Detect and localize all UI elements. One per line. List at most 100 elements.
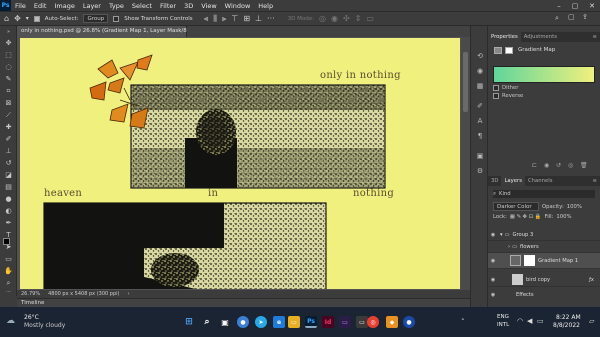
dodge-tool-icon[interactable]: ◐ — [3, 207, 14, 216]
zoom-tool-icon[interactable]: ⌕ — [3, 279, 14, 288]
menu-image[interactable]: Image — [50, 2, 78, 10]
file-explorer-icon[interactable]: ▭ — [288, 316, 300, 328]
weather-icon[interactable]: ☁ — [6, 316, 15, 326]
align-right-icon[interactable]: ⫸ — [222, 14, 227, 24]
align-left-icon[interactable]: ⫷ — [204, 14, 209, 24]
marquee-tool-icon[interactable]: ⬚ — [3, 51, 14, 60]
document-canvas[interactable]: only in nothing heaven in nothing — [20, 38, 460, 289]
visibility-eye-icon[interactable]: ◉ — [488, 258, 498, 264]
document-tab[interactable]: only in nothing.psd @ 26.8% (Gradient Ma… — [17, 26, 204, 37]
clip-icon[interactable]: ⊏ — [532, 162, 537, 169]
move-tool-icon[interactable]: ✥ — [3, 39, 14, 48]
healing-brush-tool-icon[interactable]: ✚ — [3, 123, 14, 132]
tab-properties[interactable]: Properties — [488, 32, 521, 42]
chat-icon[interactable]: ● — [237, 316, 249, 328]
character-icon[interactable]: A — [475, 116, 485, 126]
clone-stamp-tool-icon[interactable]: ⊥ — [3, 147, 14, 156]
menu-filter[interactable]: Filter — [156, 2, 180, 10]
timeline-panel[interactable]: Timeline — [17, 298, 470, 307]
pen-tool-icon[interactable]: ✒ — [3, 219, 14, 228]
language-indicator[interactable]: ENG — [497, 314, 509, 320]
fill-value[interactable]: 100% — [556, 214, 571, 220]
visibility-icon[interactable]: ◎ — [568, 162, 573, 169]
app-icon[interactable]: ● — [403, 316, 415, 328]
language-indicator-sub[interactable]: INTL — [497, 322, 509, 328]
minimize-icon[interactable]: – — [551, 0, 567, 11]
3d-slide-icon[interactable]: ⇕ — [355, 14, 362, 23]
reverse-row[interactable]: Reverse — [493, 93, 523, 99]
search-icon[interactable]: ⌕ — [555, 14, 559, 23]
glyphs-icon[interactable]: ⚙ — [475, 166, 485, 176]
tray-chevron-icon[interactable]: ˄ — [461, 318, 465, 326]
paragraph-icon[interactable]: ¶ — [475, 131, 485, 141]
menu-type[interactable]: Type — [105, 2, 128, 10]
eyedropper-tool-icon[interactable]: ⟋ — [3, 111, 14, 120]
chrome-icon[interactable]: ◎ — [367, 316, 379, 328]
scrollbar-thumb[interactable] — [463, 52, 468, 112]
menu-view[interactable]: View — [197, 2, 220, 10]
maximize-icon[interactable]: ▢ — [567, 0, 583, 11]
show-transform-checkbox[interactable] — [113, 15, 120, 22]
history-brush-tool-icon[interactable]: ↺ — [3, 159, 14, 168]
collapse-icon[interactable]: » — [3, 28, 14, 37]
layer-row[interactable]: ◉ Gradient Map 1 — [488, 253, 600, 269]
dropdown-arrow-icon[interactable]: ▾ — [26, 15, 29, 22]
auto-select-dropdown[interactable]: Group — [83, 14, 109, 23]
more-options-icon[interactable]: ··· — [267, 14, 275, 23]
view-previous-icon[interactable]: ◉ — [544, 162, 549, 169]
quick-select-tool-icon[interactable]: ✎ — [3, 75, 14, 84]
layer-effects-row[interactable]: ◉ Effects — [488, 289, 600, 301]
visibility-eye-icon[interactable]: ◉ — [488, 292, 498, 298]
windows-icon[interactable]: ⊞ — [183, 316, 195, 328]
history-icon[interactable]: ⟲ — [475, 51, 485, 61]
home-icon[interactable]: ⌂ — [4, 14, 9, 23]
battery-icon[interactable]: ▭ — [537, 317, 544, 325]
hand-tool-icon[interactable]: ✋ — [3, 267, 14, 276]
status-arrow-icon[interactable]: › — [127, 291, 129, 297]
share-icon[interactable]: ⇪ — [582, 13, 588, 21]
notification-icon[interactable]: ▱ — [589, 317, 594, 325]
photoshop-taskbar-icon[interactable]: Ps — [305, 316, 317, 328]
weather-desc[interactable]: Mostly cloudy — [24, 322, 65, 329]
app-icon[interactable]: ◆ — [386, 316, 398, 328]
gradient-tool-icon[interactable]: ▤ — [3, 183, 14, 192]
brush-tool-icon[interactable]: ✐ — [3, 135, 14, 144]
layers-menu-icon[interactable]: ≡ — [590, 176, 600, 186]
menu-layer[interactable]: Layer — [79, 2, 105, 10]
3d-pan-icon[interactable]: ✣ — [343, 14, 350, 23]
align-center-icon[interactable]: ⫼ — [213, 14, 217, 24]
tab-3d[interactable]: 3D — [488, 176, 501, 186]
reset-icon[interactable]: ↺ — [556, 162, 561, 169]
telegram-icon[interactable]: ➤ — [255, 316, 267, 328]
volume-icon[interactable]: ◀ — [527, 317, 532, 325]
zoom-level[interactable]: 26.79% — [21, 291, 40, 297]
menu-window[interactable]: Window — [221, 2, 255, 10]
tab-layers[interactable]: Layers — [501, 176, 525, 186]
menu-edit[interactable]: Edit — [30, 2, 51, 10]
expand-arrow-icon[interactable]: › — [508, 244, 510, 250]
workspace-icon[interactable]: ▢ — [568, 13, 575, 21]
mask-icon[interactable] — [505, 47, 513, 54]
weather-temp[interactable]: 26°C — [24, 314, 39, 321]
search-icon[interactable]: ⌕ — [201, 316, 213, 328]
tab-channels[interactable]: Channels — [525, 176, 556, 186]
align-middle-icon[interactable]: ⊞ — [243, 14, 250, 23]
auto-select-checkbox[interactable] — [33, 15, 40, 22]
visibility-eye-icon[interactable]: ◉ — [488, 277, 498, 283]
menu-select[interactable]: Select — [128, 2, 156, 10]
fx-icon[interactable]: ƒx — [589, 277, 594, 283]
vertical-scrollbar[interactable] — [461, 37, 470, 290]
close-window-icon[interactable]: ✕ — [584, 0, 600, 11]
opacity-value[interactable]: 100% — [567, 204, 582, 210]
3d-orbit-icon[interactable]: ◎ — [319, 14, 326, 23]
dither-row[interactable]: Dither — [493, 85, 518, 91]
color-icon[interactable]: ◉ — [475, 66, 485, 76]
3d-scale-icon[interactable]: ▭ — [366, 14, 374, 23]
gradient-preview[interactable] — [493, 66, 595, 83]
reverse-checkbox[interactable] — [493, 93, 499, 99]
lock-icons[interactable]: ▦ ✎ ✥ ⊡ 🔒 — [510, 214, 542, 220]
expand-arrow-icon[interactable]: ▾ — [500, 232, 503, 238]
filter-kind-row[interactable]: ⌕ Kind — [493, 190, 595, 198]
task-view-icon[interactable]: ▣ — [219, 316, 231, 328]
edge-icon[interactable]: e — [273, 316, 285, 328]
